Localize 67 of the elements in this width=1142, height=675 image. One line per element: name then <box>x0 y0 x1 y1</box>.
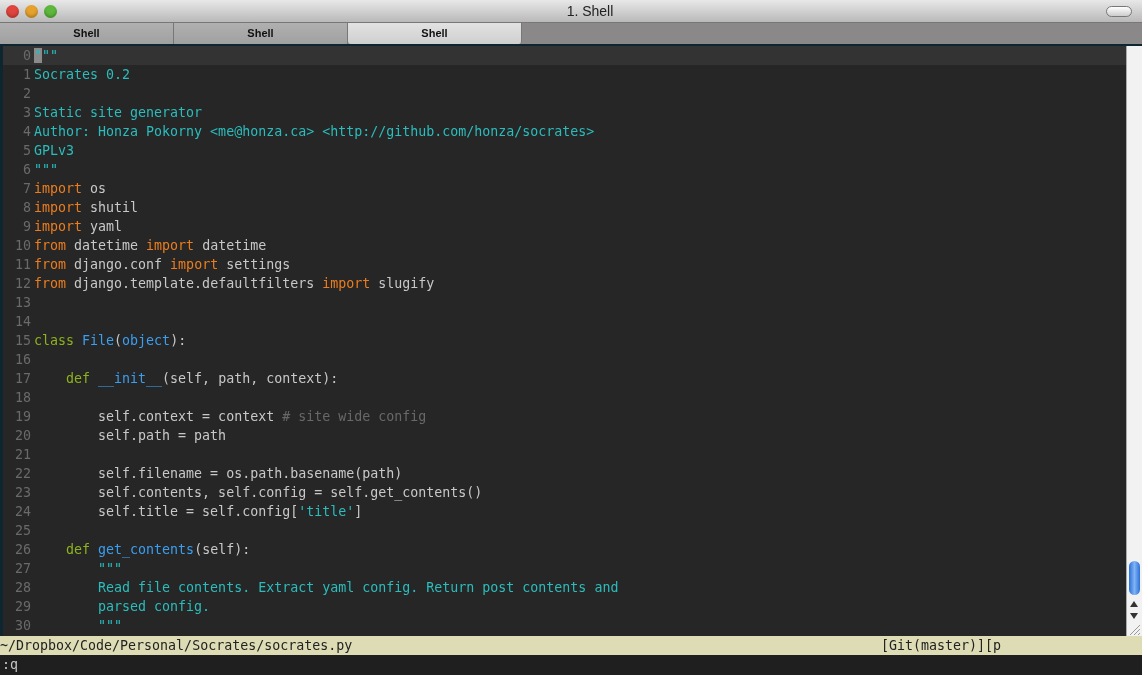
line-number: 26 <box>14 541 32 559</box>
code-line: import os <box>34 180 107 198</box>
line-number: 3 <box>22 104 32 122</box>
code-line: GPLv3 <box>34 142 75 160</box>
line-number: 11 <box>14 256 32 274</box>
code-line: import shutil <box>34 199 139 217</box>
code-line: class File(object): <box>34 332 187 350</box>
toolbar-toggle-button[interactable] <box>1106 5 1132 17</box>
git-branch-info: [Git(master)][p <box>880 637 1001 655</box>
line-number: 4 <box>22 123 32 141</box>
code-line: """ <box>97 617 123 635</box>
code-line: import yaml <box>34 218 123 236</box>
code-line: def __init__(self, path, context): <box>65 370 339 388</box>
code-line: from django.template.defaultfilters import slugify <box>34 275 435 293</box>
code-line: Static site generator <box>34 104 203 122</box>
line-number: 29 <box>14 598 32 616</box>
line-number: 15 <box>14 332 32 350</box>
scroll-thumb[interactable] <box>1129 561 1140 595</box>
line-number: 14 <box>14 313 32 331</box>
line-number: 12 <box>14 275 32 293</box>
line-number: 21 <box>14 446 32 464</box>
resize-grip-icon[interactable] <box>1127 622 1141 636</box>
line-number: 13 <box>14 294 32 312</box>
code-line: self.contents, self.config = self.get_contents() <box>97 484 483 502</box>
code-line: self.title = self.config['title'] <box>97 503 363 521</box>
line-number: 5 <box>22 142 32 160</box>
code-line: """ <box>34 47 59 65</box>
zoom-button[interactable] <box>44 4 57 18</box>
line-number: 30 <box>14 617 32 635</box>
line-number: 25 <box>14 522 32 540</box>
code-line: self.context = context # site wide config <box>97 408 427 426</box>
line-number: 1 <box>22 66 32 84</box>
tab[interactable]: Shell <box>348 23 522 44</box>
code-line: from datetime import datetime <box>34 237 267 255</box>
line-number: 19 <box>14 408 32 426</box>
line-number: 6 <box>22 161 32 179</box>
line-number: 17 <box>14 370 32 388</box>
code-line: Read file contents. Extract yaml config. Return post contents and <box>97 579 619 597</box>
minimize-button[interactable] <box>25 4 38 18</box>
code-line: parsed config. <box>97 598 211 616</box>
file-path: ~/Dropbox/Code/Personal/Socrates/socrates.py <box>0 637 353 655</box>
line-number: 28 <box>14 579 32 597</box>
line-number: 10 <box>14 237 32 255</box>
line-number: 20 <box>14 427 32 445</box>
line-number: 16 <box>14 351 32 369</box>
line-number: 8 <box>22 199 32 217</box>
scrollbar[interactable] <box>1126 46 1142 636</box>
line-number: 27 <box>14 560 32 578</box>
line-number: 18 <box>14 389 32 407</box>
line-number: 2 <box>22 85 32 103</box>
code-line: from django.conf import settings <box>34 256 291 274</box>
code-line: Socrates 0.2 <box>34 66 131 84</box>
code-line: """ <box>34 161 59 179</box>
tab[interactable]: Shell <box>174 23 348 44</box>
line-number: 22 <box>14 465 32 483</box>
line-number: 9 <box>22 218 32 236</box>
window-title: 1. Shell <box>565 3 615 19</box>
code-line: self.path = path <box>97 427 227 445</box>
close-button[interactable] <box>6 4 19 18</box>
line-number: 23 <box>14 484 32 502</box>
tab[interactable]: Shell <box>0 23 174 44</box>
line-number: 24 <box>14 503 32 521</box>
code-line: """ <box>97 560 123 578</box>
code-line: Author: Honza Pokorny <me@honza.ca> <http://github.com/honza/socrates> <box>34 123 595 141</box>
line-number: 7 <box>22 180 32 198</box>
code-line: def get_contents(self): <box>65 541 251 559</box>
code-line: self.filename = os.path.basename(path) <box>97 465 403 483</box>
